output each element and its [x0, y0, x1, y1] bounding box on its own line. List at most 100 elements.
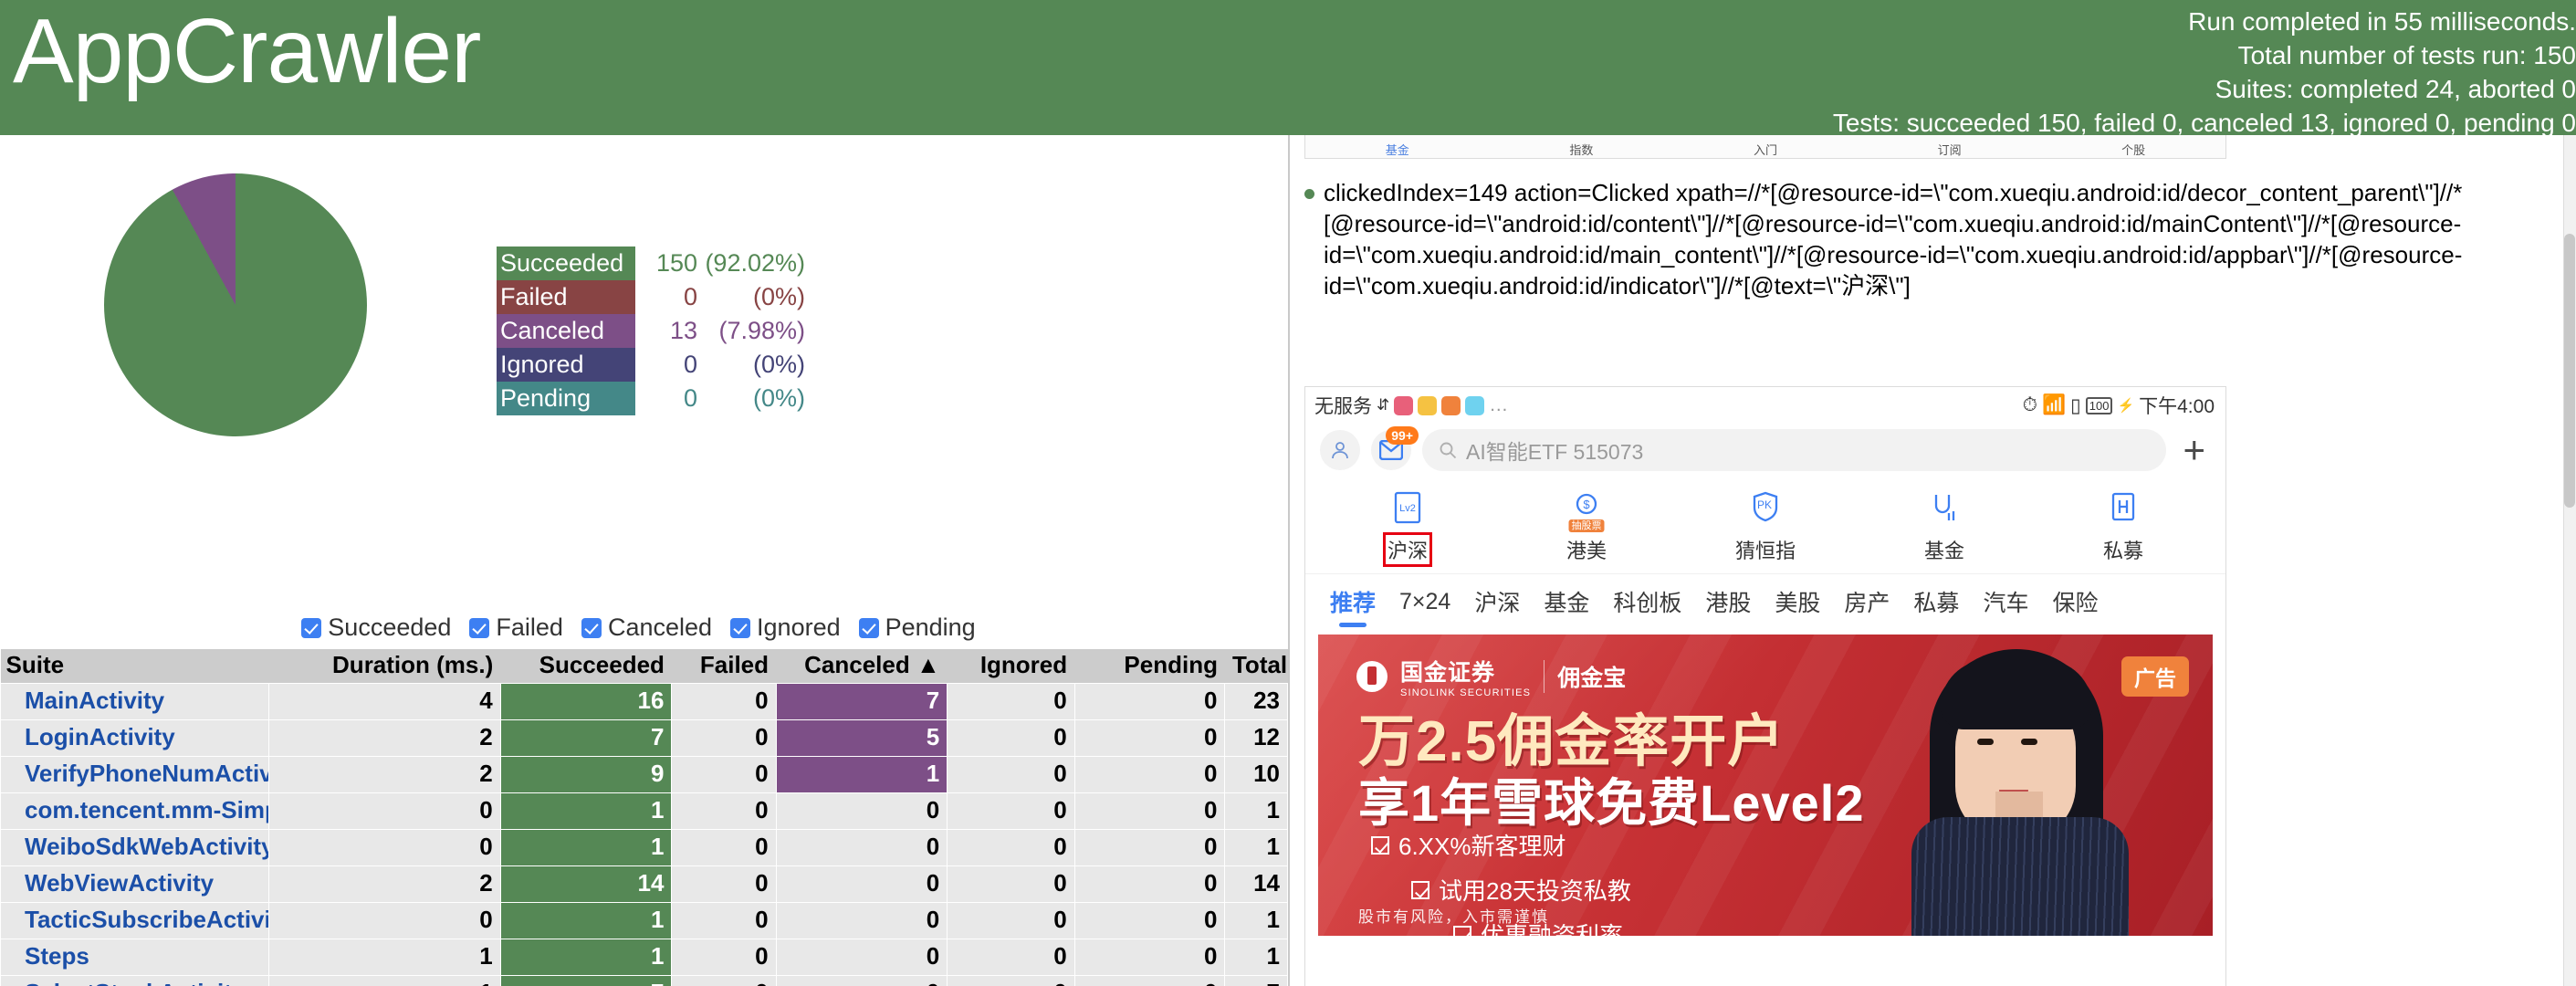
filter-succeeded[interactable]: Succeeded: [301, 614, 451, 642]
ad-brand-lockup: 国金证券 SINOLINK SECURITIES 佣金宝: [1356, 655, 1626, 698]
table-row[interactable]: MainActivity 4 16 0 7 0 0 23: [0, 683, 1288, 720]
avatar[interactable]: [1320, 430, 1360, 470]
column-header-pending[interactable]: Pending: [1074, 649, 1225, 684]
page-scrollbar[interactable]: [2563, 135, 2576, 986]
checkbox-pending-icon[interactable]: [858, 617, 879, 638]
app-icon-2: [1418, 395, 1438, 415]
cell-canceled: 0: [775, 939, 948, 976]
quick-entry-jijin[interactable]: 基金: [1886, 486, 2003, 564]
checkbox-succeeded-icon[interactable]: [301, 617, 322, 638]
quick-entry-hushen[interactable]: Lv2 沪深: [1349, 486, 1466, 567]
results-pane: Succeeded 150 (92.02%) Failed 0 (0%) Can…: [0, 135, 1288, 986]
table-row[interactable]: com.tencent.mm-SimpleLoginUI 0 1 0 0 0 0…: [0, 792, 1288, 830]
svg-text:Lv2: Lv2: [1399, 503, 1416, 514]
cell-ignored: 0: [947, 865, 1075, 903]
cell-failed: 0: [671, 865, 777, 903]
cell-total: 10: [1224, 756, 1288, 793]
carrier-label: 无服务: [1314, 396, 1372, 417]
table-row[interactable]: TacticSubscribeActivity 0 1 0 0 0 0 1: [0, 902, 1288, 939]
suite-link[interactable]: com.tencent.mm-SimpleLoginUI: [0, 792, 270, 830]
suite-link[interactable]: TacticSubscribeActivity: [0, 902, 270, 939]
tab-kechuang[interactable]: 科创板: [1601, 580, 1693, 627]
filter-ignored[interactable]: Ignored: [730, 614, 841, 642]
check-icon: [1453, 925, 1471, 936]
table-row[interactable]: WeiboSdkWebActivity 0 1 0 0 0 0 1: [0, 829, 1288, 866]
suite-link[interactable]: SelectStockActivity: [0, 975, 270, 986]
suite-link[interactable]: LoginActivity: [0, 719, 270, 757]
cell-pending: 0: [1073, 975, 1226, 986]
lv2-document-icon: Lv2: [1386, 486, 1429, 530]
cell-duration: 1: [268, 939, 501, 976]
fund-chart-icon: [1922, 486, 1966, 530]
tab-simu[interactable]: 私募: [1901, 580, 1971, 627]
legend-count-failed: 0: [683, 283, 697, 310]
filter-canceled[interactable]: Canceled: [581, 614, 712, 642]
messages-button[interactable]: 99+: [1371, 426, 1419, 470]
cell-pending: 0: [1073, 865, 1226, 903]
scrollbar-thumb[interactable]: [2564, 234, 2575, 508]
table-row[interactable]: VerifyPhoneNumActivity 2 9 0 1 0 0 10: [0, 756, 1288, 793]
tab-hushen[interactable]: 沪深: [1462, 580, 1532, 627]
cell-succeeded: 7: [499, 975, 673, 986]
suite-link[interactable]: Steps: [0, 939, 270, 976]
legend-row-ignored: Ignored 0 (0%): [497, 348, 811, 382]
legend-pct-pending: (0%): [752, 384, 805, 412]
alarm-icon: ⏱: [2022, 394, 2038, 415]
advertisement-banner[interactable]: 国金证券 SINOLINK SECURITIES 佣金宝 广告 万2.5佣金率开…: [1318, 635, 2213, 936]
column-header-failed[interactable]: Failed: [671, 649, 777, 684]
table-row[interactable]: WebViewActivity 2 14 0 0 0 0 14: [0, 865, 1288, 903]
column-header-ignored[interactable]: Ignored: [947, 649, 1075, 684]
quick-entry-simu[interactable]: 私募: [2065, 486, 2182, 564]
clock-label: 下午4:00: [2139, 396, 2215, 417]
add-button[interactable]: +: [2177, 431, 2211, 469]
device-status-bar: 无服务 ⇵ … ⏱ 📶 ▯ 100 ⚡ 下午4:00: [1305, 387, 2225, 424]
column-header-succeeded[interactable]: Succeeded: [500, 649, 672, 684]
summary-line-total-tests: Total number of tests run: 150: [2237, 40, 2576, 69]
wifi-icon: 📶: [2042, 394, 2067, 415]
tab-fangchan[interactable]: 房产: [1832, 580, 1901, 627]
column-header-suite[interactable]: Suite: [0, 649, 269, 684]
filter-label-pending: Pending: [885, 614, 976, 641]
suite-link[interactable]: WebViewActivity: [0, 865, 270, 903]
pk-shield-icon: PK: [1744, 486, 1787, 530]
filter-failed[interactable]: Failed: [469, 614, 563, 642]
legend-count-succeeded: 150: [655, 249, 697, 277]
quick-entry-gangmei[interactable]: $ 抽股票 港美: [1528, 486, 1645, 564]
tab-meigu[interactable]: 美股: [1763, 580, 1832, 627]
cell-total: 7: [1224, 975, 1288, 986]
cell-succeeded: 1: [499, 902, 673, 939]
column-header-duration[interactable]: Duration (ms.): [268, 649, 501, 684]
cell-failed: 0: [671, 683, 777, 720]
search-placeholder: AI智能ETF 515073: [1466, 440, 1644, 464]
column-header-total[interactable]: Total: [1224, 649, 1288, 684]
tab-jijin[interactable]: 基金: [1532, 580, 1601, 627]
filter-pending[interactable]: Pending: [858, 614, 976, 642]
column-header-canceled[interactable]: Canceled ▲: [776, 649, 948, 684]
suite-link[interactable]: VerifyPhoneNumActivity: [0, 756, 270, 793]
tab-qiche[interactable]: 汽车: [1971, 580, 2040, 627]
tab-baoxian[interactable]: 保险: [2040, 580, 2110, 627]
suite-link[interactable]: WeiboSdkWebActivity: [0, 829, 270, 866]
suite-link[interactable]: MainActivity: [0, 683, 270, 720]
tab-7x24[interactable]: 7×24: [1387, 583, 1462, 624]
table-row[interactable]: Steps 1 1 0 0 0 0 1: [0, 939, 1288, 976]
prev-label-3: 订阅: [1937, 143, 1962, 157]
cell-failed: 0: [671, 939, 777, 976]
quick-entry-caihengzhi[interactable]: PK 猜恒指: [1707, 486, 1824, 564]
cell-pending: 0: [1073, 902, 1226, 939]
cell-succeeded: 7: [499, 719, 673, 757]
table-row[interactable]: LoginActivity 2 7 0 5 0 0 12: [0, 719, 1288, 757]
checkbox-ignored-icon[interactable]: [730, 617, 751, 638]
table-row[interactable]: SelectStockActivity 1 7 0 0 0 0 7: [0, 975, 1288, 986]
tab-gangu[interactable]: 港股: [1693, 580, 1763, 627]
app-icon-4: [1465, 395, 1485, 415]
cell-succeeded: 16: [499, 683, 673, 720]
tab-tuijian[interactable]: 推荐: [1318, 580, 1387, 627]
search-input[interactable]: AI智能ETF 515073: [1422, 429, 2167, 471]
suites-table-header-row: Suite Duration (ms.) Succeeded Failed Ca…: [0, 649, 1288, 684]
filter-label-ignored: Ignored: [757, 614, 841, 641]
checkbox-canceled-icon[interactable]: [581, 617, 602, 638]
cell-duration: 2: [268, 719, 501, 757]
checkbox-failed-icon[interactable]: [469, 617, 490, 638]
cell-ignored: 0: [947, 902, 1075, 939]
